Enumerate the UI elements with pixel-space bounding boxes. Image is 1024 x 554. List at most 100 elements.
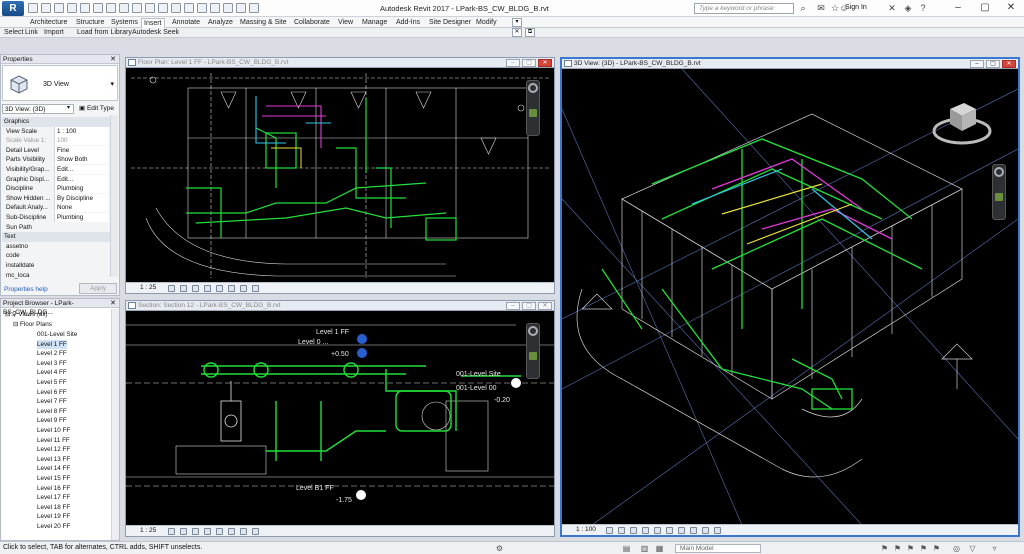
restore-icon[interactable]: ▢ — [522, 302, 536, 310]
tab-view[interactable]: View — [336, 18, 355, 28]
show-crop-icon[interactable] — [228, 528, 235, 535]
floor-plan-item[interactable]: Level 1 FF — [37, 339, 67, 350]
floor-plan-item[interactable]: Level 12 FF — [37, 445, 70, 455]
search-input[interactable]: Type a keyword or phrase — [694, 3, 794, 14]
minimize-icon[interactable]: – — [970, 60, 984, 68]
property-value[interactable]: By Discipline — [54, 193, 108, 203]
subscription-icon[interactable]: ✉ — [815, 2, 827, 14]
property-group[interactable]: Text — [2, 232, 110, 242]
property-row[interactable]: installdate — [2, 261, 110, 271]
account-icon[interactable]: ◈ — [902, 2, 914, 14]
link-panel[interactable]: Link — [25, 29, 38, 36]
floor-plan-item[interactable]: Level 6 FF — [37, 388, 67, 398]
floor-plan-item[interactable]: Level 5 FF — [37, 378, 67, 388]
restore-icon[interactable]: ▢ — [522, 59, 536, 67]
autodesk-seek-panel[interactable]: Autodesk Seek — [132, 29, 179, 36]
property-row[interactable]: Visibility/Grap... Edit... — [2, 165, 110, 175]
floor-plan-item[interactable]: 001-Level Site — [37, 330, 77, 340]
switch-windows-icon[interactable] — [210, 3, 220, 13]
visual-style-icon[interactable] — [618, 527, 625, 534]
3d-view-icon[interactable] — [158, 3, 168, 13]
tab-site-designer[interactable]: Site Designer — [427, 18, 473, 28]
property-row[interactable]: Default Analy... None — [2, 203, 110, 213]
property-row[interactable]: View Scale 1 : 100 — [2, 126, 110, 137]
property-row[interactable]: code — [2, 251, 110, 261]
instance-filter-select[interactable]: 3D View: {3D} — [2, 104, 74, 114]
floor-plan-item[interactable]: Level 19 FF — [37, 512, 70, 522]
view-scale[interactable]: 1 : 100 — [576, 526, 596, 533]
zoom-icon[interactable] — [529, 352, 537, 360]
tab-massing-site[interactable]: Massing & Site — [238, 18, 289, 28]
property-group[interactable]: Graphics — [2, 117, 110, 127]
close-icon[interactable]: ✕ — [538, 59, 552, 67]
qat-extra-2-icon[interactable] — [236, 3, 246, 13]
floor-plan-item[interactable]: Level 9 FF — [37, 416, 67, 426]
property-value[interactable]: Edit... — [54, 165, 108, 174]
select-underlay-icon[interactable]: ⚑ — [893, 544, 902, 553]
properties-scrollbar[interactable] — [110, 115, 118, 277]
detail-level-icon[interactable] — [168, 528, 175, 535]
3d-view[interactable]: 3D View: {3D} - LPark-BS_CW_BLDG_B.rvt –… — [560, 57, 1020, 537]
shadows-icon[interactable] — [204, 285, 211, 292]
close-icon[interactable]: ✕ — [1002, 60, 1016, 68]
lock-3d-icon[interactable] — [690, 527, 697, 534]
active-workset-select[interactable]: Main Model — [675, 544, 761, 553]
property-value[interactable]: Plumbing — [54, 213, 108, 222]
print-icon[interactable] — [93, 3, 103, 13]
browser-close-icon[interactable]: ✕ — [110, 299, 116, 307]
visual-style-icon[interactable] — [180, 528, 187, 535]
steering-wheel-icon[interactable] — [528, 326, 538, 336]
maximize-icon[interactable]: ▢ — [972, 0, 998, 16]
sun-path-icon[interactable] — [192, 285, 199, 292]
qat-extra-1-icon[interactable] — [223, 3, 233, 13]
select-by-face-icon[interactable]: ⚑ — [919, 544, 928, 553]
show-crop-icon[interactable] — [228, 285, 235, 292]
dimension-icon[interactable] — [119, 3, 129, 13]
steering-wheel-icon[interactable] — [528, 83, 538, 93]
worksets-icon[interactable]: ⚙ — [495, 544, 504, 553]
property-row[interactable]: Show Hidden ... By Discipline — [2, 193, 110, 204]
floor-plan-item[interactable]: Level 18 FF — [37, 503, 70, 513]
open-icon[interactable] — [28, 3, 38, 13]
shadows-icon[interactable] — [642, 527, 649, 534]
floor-plan-item[interactable]: Level 4 FF — [37, 368, 67, 378]
reveal-hidden-icon[interactable] — [714, 527, 721, 534]
floor-plan-item[interactable]: Level 8 FF — [37, 407, 67, 417]
tab-analyze[interactable]: Analyze — [206, 18, 235, 28]
property-row[interactable]: Sun Path — [2, 223, 110, 233]
import-panel[interactable]: Import — [44, 29, 64, 36]
load-from-library-panel[interactable]: Load from Library — [77, 29, 132, 36]
floor-plan-canvas[interactable] — [126, 68, 554, 282]
section-canvas[interactable]: Level 1 FF Level 0 ... +0.50 001-Level S… — [126, 311, 554, 525]
render-icon[interactable] — [654, 527, 661, 534]
minimize-icon[interactable]: – — [945, 0, 971, 16]
measure-icon[interactable] — [106, 3, 116, 13]
view-scale[interactable]: 1 : 25 — [140, 527, 156, 534]
show-crop-icon[interactable] — [678, 527, 685, 534]
help-icon[interactable]: ? — [917, 2, 929, 14]
temporary-hide-icon[interactable] — [240, 528, 247, 535]
browser-scrollbar[interactable] — [111, 309, 119, 540]
minimize-icon[interactable]: – — [506, 302, 520, 310]
property-value[interactable]: Plumbing — [54, 184, 108, 194]
property-value[interactable]: None — [54, 203, 108, 213]
crop-view-icon[interactable] — [666, 527, 673, 534]
minimize-icon[interactable]: – — [506, 59, 520, 67]
navigation-bar[interactable] — [526, 80, 540, 136]
detail-level-icon[interactable] — [168, 285, 175, 292]
reveal-hidden-icon[interactable] — [252, 285, 259, 292]
tab-systems[interactable]: Systems — [109, 18, 140, 28]
background-processes-icon[interactable]: ◎ — [952, 544, 961, 553]
sun-path-icon[interactable] — [630, 527, 637, 534]
apply-button[interactable]: Apply — [79, 283, 117, 294]
exchange-icon[interactable]: ✕ — [886, 2, 898, 14]
property-row[interactable]: mc_loca — [2, 271, 110, 281]
properties-close-icon[interactable]: ✕ — [110, 55, 116, 63]
floor-plan-item[interactable]: Level 15 FF — [37, 474, 70, 484]
design-options-icon[interactable]: ▥ — [640, 544, 649, 553]
property-row[interactable]: Sub-Discipline Plumbing — [2, 213, 110, 223]
tab-architecture[interactable]: Architecture — [28, 18, 69, 28]
navigation-bar[interactable] — [526, 323, 540, 379]
zoom-icon[interactable] — [995, 193, 1003, 201]
floor-plan-item[interactable]: Level 3 FF — [37, 359, 67, 369]
